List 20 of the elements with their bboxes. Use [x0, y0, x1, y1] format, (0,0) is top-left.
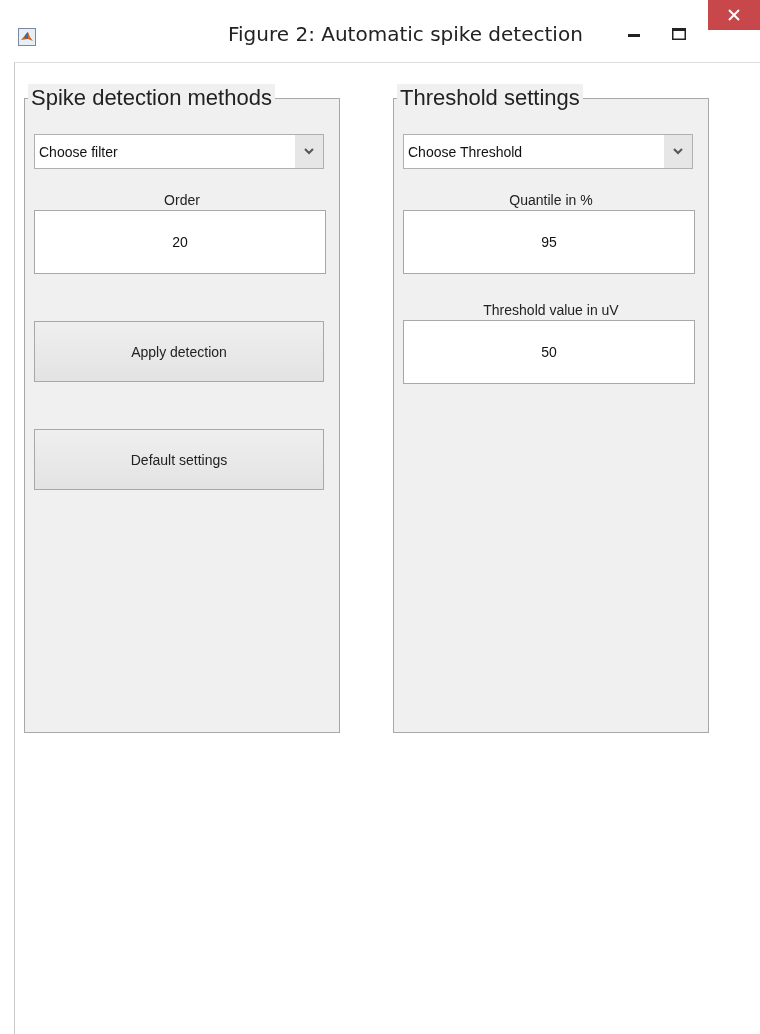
panel-title: Spike detection methods [28, 84, 275, 112]
chevron-down-icon [673, 148, 683, 155]
app-icon [18, 28, 36, 46]
panel-title: Threshold settings [397, 84, 583, 112]
field-label: Threshold value in uV [482, 301, 620, 320]
field-label: Order [163, 191, 201, 210]
input-field[interactable]: 20 [34, 210, 326, 274]
window-title: Figure 2: Automatic spike detection [228, 22, 583, 46]
input-field[interactable]: 95 [403, 210, 695, 274]
field-label: Quantile in % [508, 191, 594, 210]
dropdown[interactable]: Choose filter [34, 134, 324, 169]
action-button[interactable]: Default settings [34, 429, 324, 490]
close-button[interactable] [708, 0, 760, 30]
input-field[interactable]: 50 [403, 320, 695, 384]
chevron-down-icon [304, 148, 314, 155]
minimize-icon[interactable] [628, 34, 640, 38]
action-button[interactable]: Apply detection [34, 321, 324, 382]
maximize-icon[interactable] [672, 28, 686, 40]
dropdown[interactable]: Choose Threshold [403, 134, 693, 169]
close-icon [728, 9, 740, 21]
